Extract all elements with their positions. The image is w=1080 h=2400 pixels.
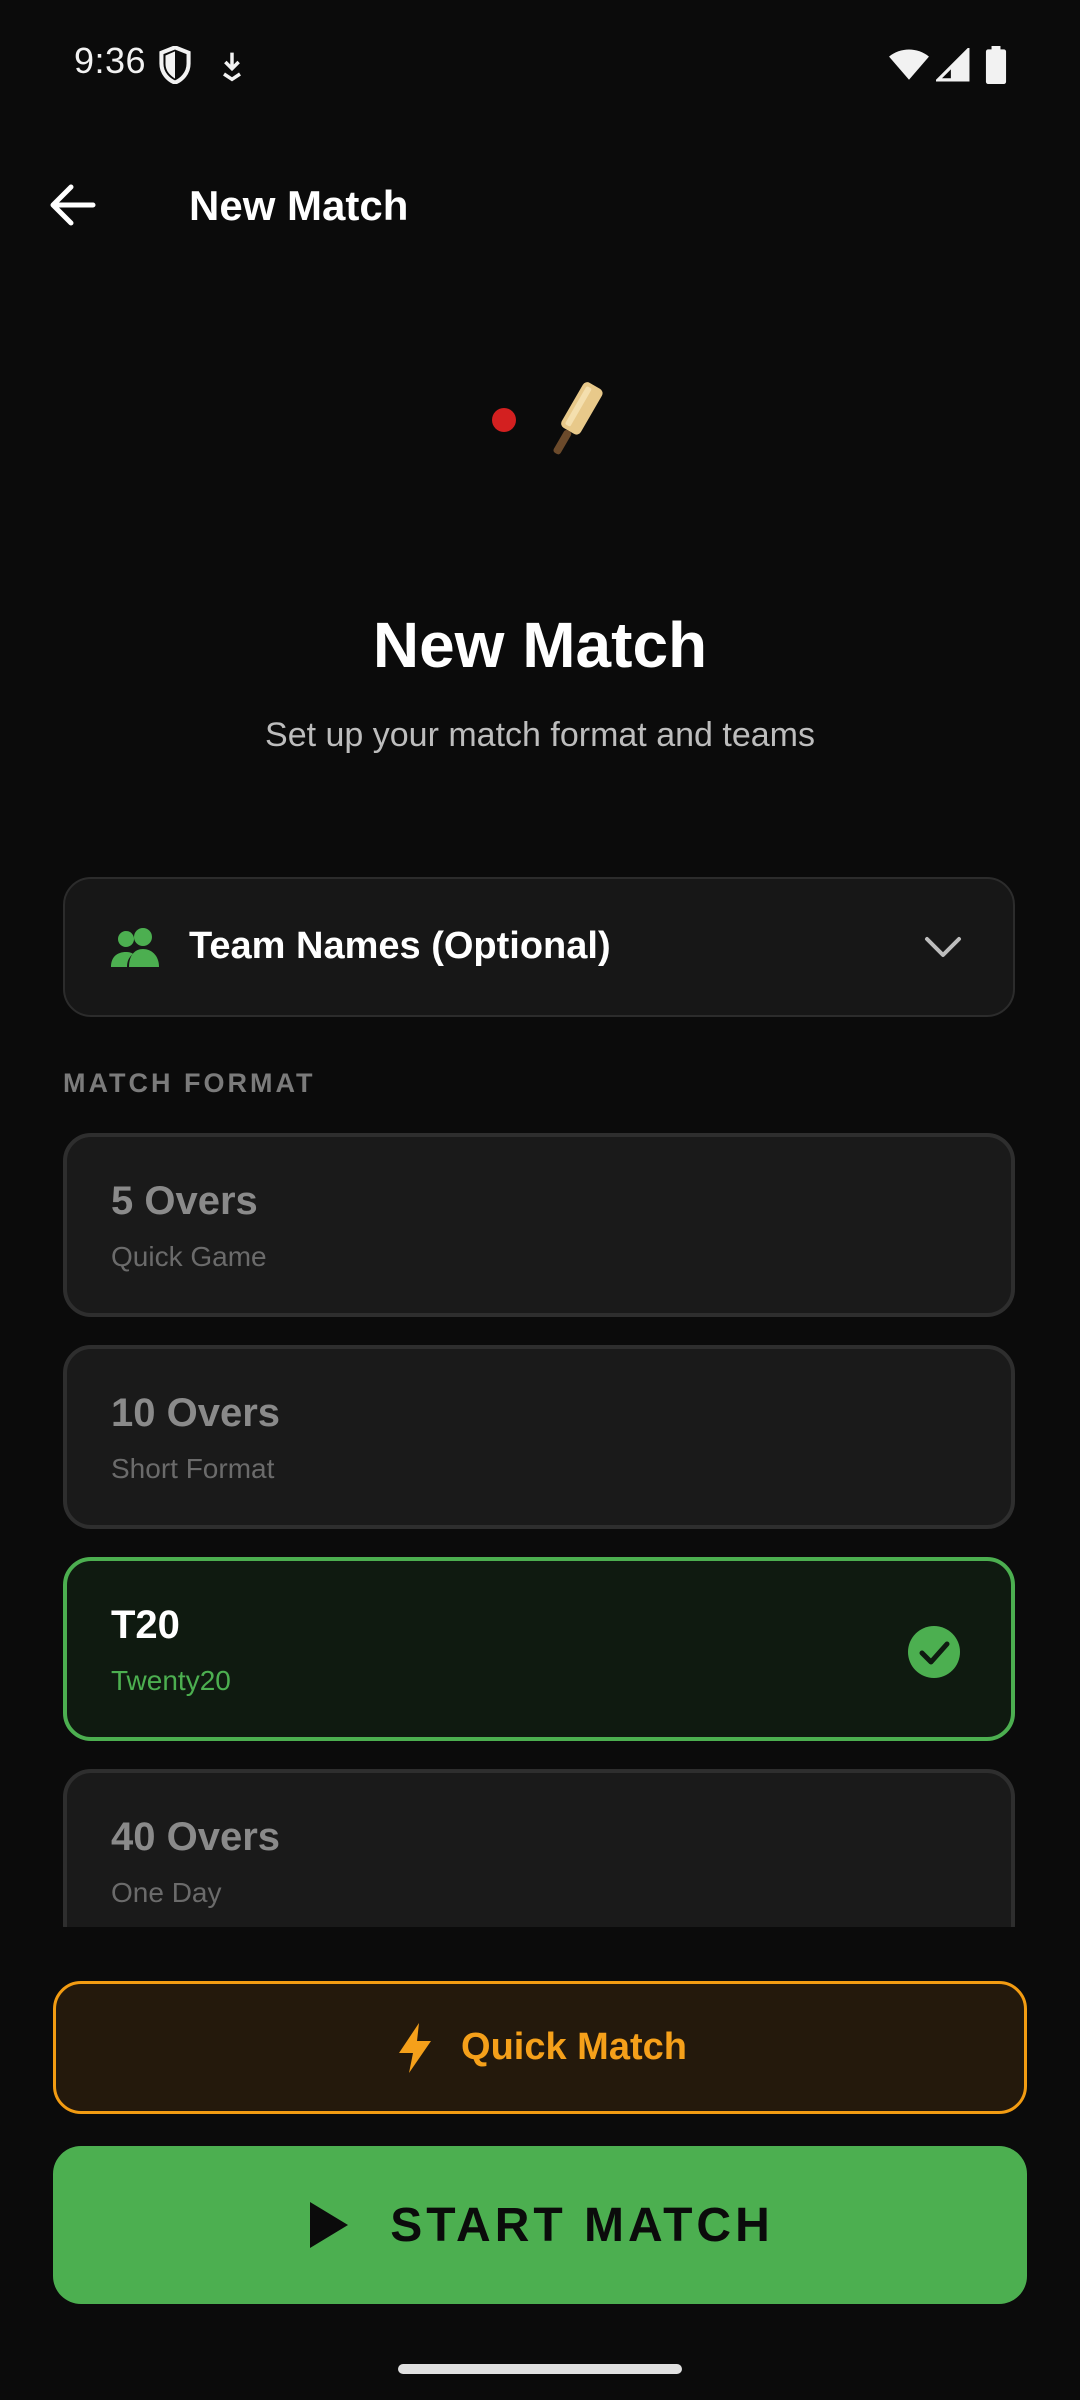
format-option-t20[interactable]: T20 Twenty20 [63,1557,1015,1741]
back-button[interactable] [38,170,108,240]
arrow-left-icon [50,184,96,226]
status-time: 9:36 [74,40,147,81]
format-name: 5 Overs [111,1179,258,1223]
quick-match-label: Quick Match [461,2026,687,2068]
app-title: New Match [189,182,409,229]
format-option-40-overs[interactable]: 40 Overs One Day [63,1769,1015,1927]
new-match-screen: 9:36 New Match New Match Set up your mat… [0,0,1080,2400]
format-name: 10 Overs [111,1391,281,1435]
group-icon [111,928,159,967]
format-description: Quick Game [111,1241,267,1272]
quick-match-button[interactable]: Quick Match [53,1981,1027,2114]
home-indicator[interactable] [398,2364,682,2374]
app-bar: New Match [0,140,1080,270]
download-icon [223,52,241,82]
start-match-label: START MATCH [390,2198,774,2252]
format-name: T20 [111,1603,180,1647]
chevron-down-icon [925,937,961,957]
check-circle-icon [908,1626,960,1678]
cricket-bat-ball-icon [492,382,603,455]
start-match-button[interactable]: START MATCH [53,2146,1027,2304]
play-icon [310,2202,349,2248]
bolt-icon [399,2022,432,2073]
format-option-10-overs[interactable]: 10 Overs Short Format [63,1345,1015,1529]
wifi-icon [889,49,929,80]
team-names-label: Team Names (Optional) [189,925,611,967]
hero-title: New Match [372,609,708,681]
hero-subtitle: Set up your match format and teams [265,716,815,754]
battery-icon [985,46,1007,84]
format-description: One Day [111,1877,222,1908]
signal-icon [936,48,970,82]
format-name: 40 Overs [111,1815,281,1859]
match-format-label: MATCH FORMAT [63,1068,316,1098]
format-description: Short Format [111,1453,275,1484]
match-format-list[interactable]: 5 Overs Quick Game 10 Overs Short Format… [63,1133,1015,1927]
shield-icon [159,46,191,84]
status-bar: 9:36 [0,0,1080,132]
format-description: Twenty20 [111,1665,231,1696]
format-option-5-overs[interactable]: 5 Overs Quick Game [63,1133,1015,1317]
team-names-dropdown[interactable]: Team Names (Optional) [63,877,1015,1017]
